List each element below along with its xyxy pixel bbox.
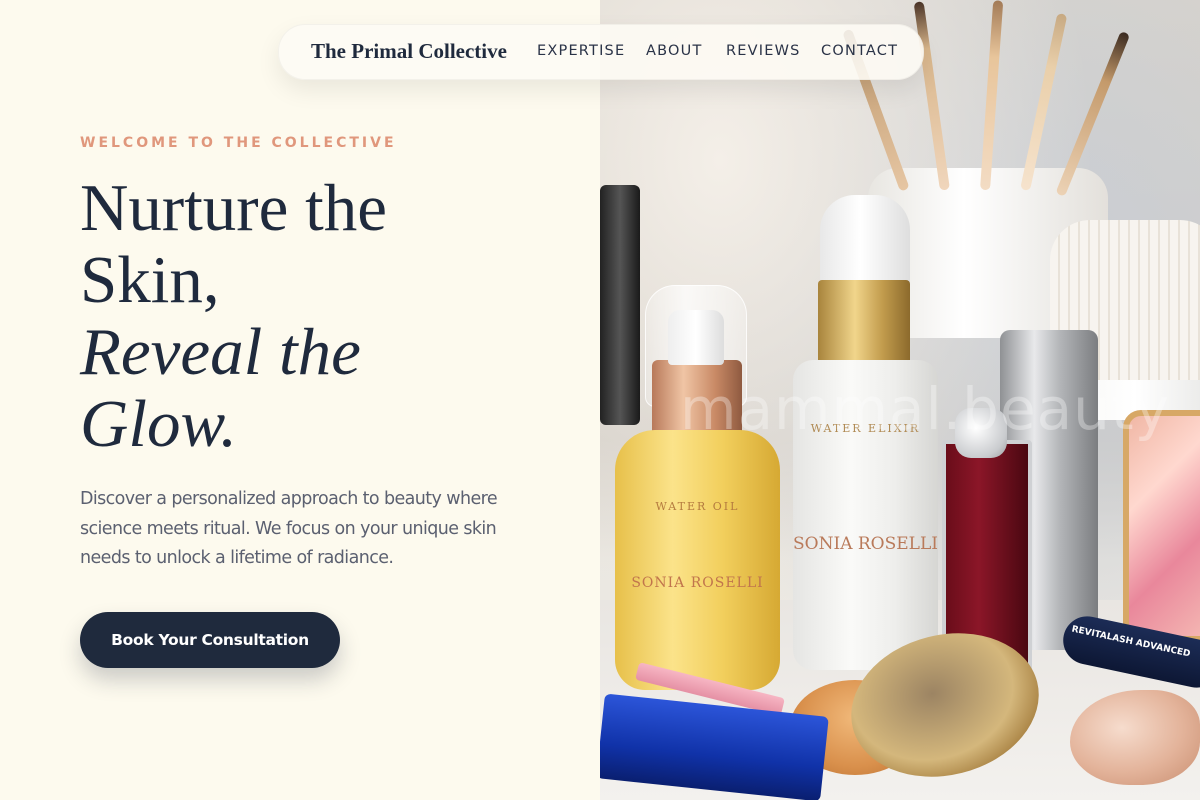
photo-makeup-brush <box>980 0 1004 191</box>
photo-oil-pump <box>668 310 724 365</box>
photo-makeup-brush <box>913 1 950 191</box>
photo-serum-cap <box>820 195 910 290</box>
photo-oil-bottle <box>615 430 780 690</box>
hero-eyebrow: WELCOME TO THE COLLECTIVE <box>80 135 397 151</box>
headline-line-italic: Glow. <box>80 387 237 461</box>
photo-serum-collar <box>818 280 910 365</box>
photo-oil-label: WATER OIL <box>655 500 740 513</box>
photo-makeup-brush <box>1020 12 1068 192</box>
photo-dark-bottle <box>600 185 640 425</box>
nav-link-about[interactable]: ABOUT <box>646 43 703 59</box>
headline-line: Skin, <box>80 243 220 317</box>
headline-line: Nurture the <box>80 171 387 245</box>
top-nav: The Primal Collective EXPERTISE ABOUT RE… <box>278 24 924 80</box>
photo-blush-compact <box>1123 410 1200 642</box>
book-consultation-button[interactable]: Book Your Consultation <box>80 612 340 668</box>
hero-description: Discover a personalized approach to beau… <box>80 489 498 568</box>
hero-headline: Nurture the Skin, Reveal the Glow. <box>80 172 550 460</box>
nav-link-reviews[interactable]: REVIEWS <box>726 43 801 59</box>
brand-logo-link[interactable]: The Primal Collective <box>311 39 507 64</box>
nav-link-contact[interactable]: CONTACT <box>821 43 898 59</box>
photo-serum-brand: SONIA ROSELLI <box>793 534 938 554</box>
photo-watermark: mammal.beauty <box>680 375 1170 443</box>
hero-section: WELCOME TO THE COLLECTIVE Nurture the Sk… <box>0 0 600 800</box>
nav-link-expertise[interactable]: EXPERTISE <box>537 43 625 59</box>
photo-oil-brand: SONIA ROSELLI <box>631 575 764 591</box>
headline-line-italic: Reveal the <box>80 315 361 389</box>
